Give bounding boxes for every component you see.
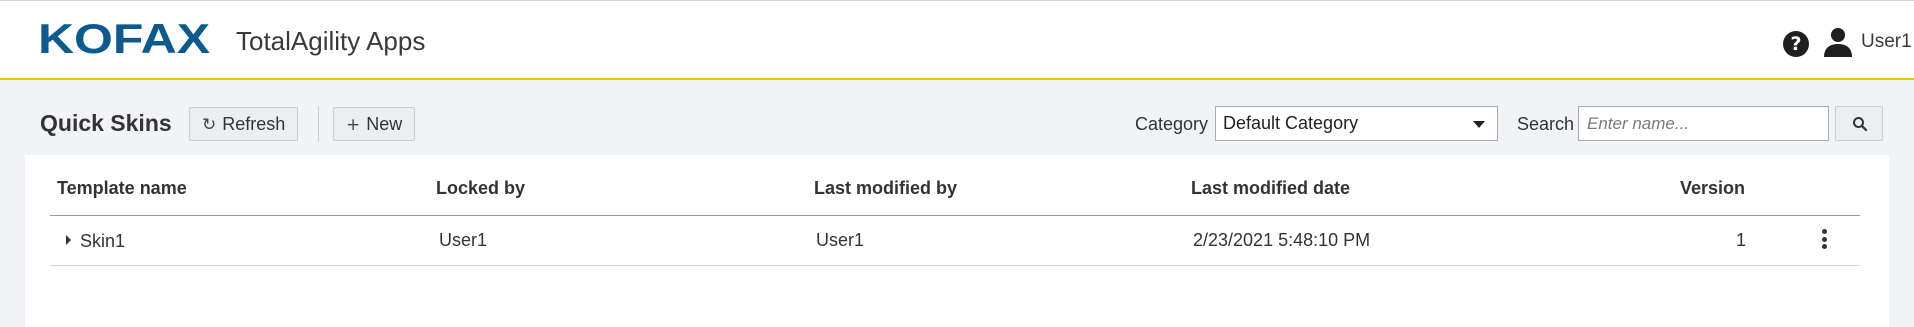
refresh-icon: ↻ — [202, 115, 217, 135]
top-bar: KOFAX TotalAgility Apps ? User1 — [0, 0, 1914, 80]
search-label: Search — [1517, 114, 1575, 134]
category-select[interactable]: Default Category — [1215, 106, 1498, 141]
row-divider — [50, 265, 1860, 266]
column-header-locked-by[interactable]: Locked by — [436, 178, 525, 199]
new-button[interactable]: + New — [333, 107, 416, 141]
expand-row-icon[interactable] — [66, 235, 71, 245]
user-name[interactable]: User1 — [1861, 31, 1912, 53]
search-icon — [1853, 117, 1868, 132]
svg-text:KOFAX: KOFAX — [38, 19, 210, 59]
kofax-logo: KOFAX — [38, 19, 210, 59]
cell-template-name: Skin1 — [80, 231, 126, 251]
app-title: TotalAgility Apps — [236, 26, 426, 56]
toolbar-divider — [318, 106, 319, 142]
search-input[interactable] — [1578, 106, 1829, 141]
refresh-label: Refresh — [222, 114, 286, 134]
column-header-template-name[interactable]: Template name — [57, 178, 187, 199]
refresh-button[interactable]: ↻ Refresh — [189, 107, 299, 141]
column-header-last-modified-date[interactable]: Last modified date — [1191, 178, 1350, 199]
new-label: New — [366, 114, 403, 134]
plus-icon: + — [346, 115, 361, 135]
column-header-last-modified-by[interactable]: Last modified by — [814, 178, 957, 199]
cell-last-modified-by: User1 — [816, 230, 865, 250]
column-header-version[interactable]: Version — [1680, 178, 1745, 199]
category-value: Default Category — [1223, 113, 1359, 133]
cell-last-modified-date: 2/23/2021 5:48:10 PM — [1193, 230, 1371, 250]
header-divider — [50, 215, 1860, 216]
help-icon[interactable]: ? — [1783, 31, 1809, 57]
page-title: Quick Skins — [40, 110, 172, 136]
cell-version: 1 — [1736, 230, 1747, 250]
cell-locked-by: User1 — [439, 230, 488, 250]
search-button[interactable] — [1835, 106, 1883, 141]
chevron-down-icon — [1473, 121, 1485, 128]
category-label: Category — [1135, 114, 1209, 134]
user-icon[interactable] — [1822, 26, 1854, 58]
more-actions-icon[interactable] — [1818, 229, 1830, 253]
